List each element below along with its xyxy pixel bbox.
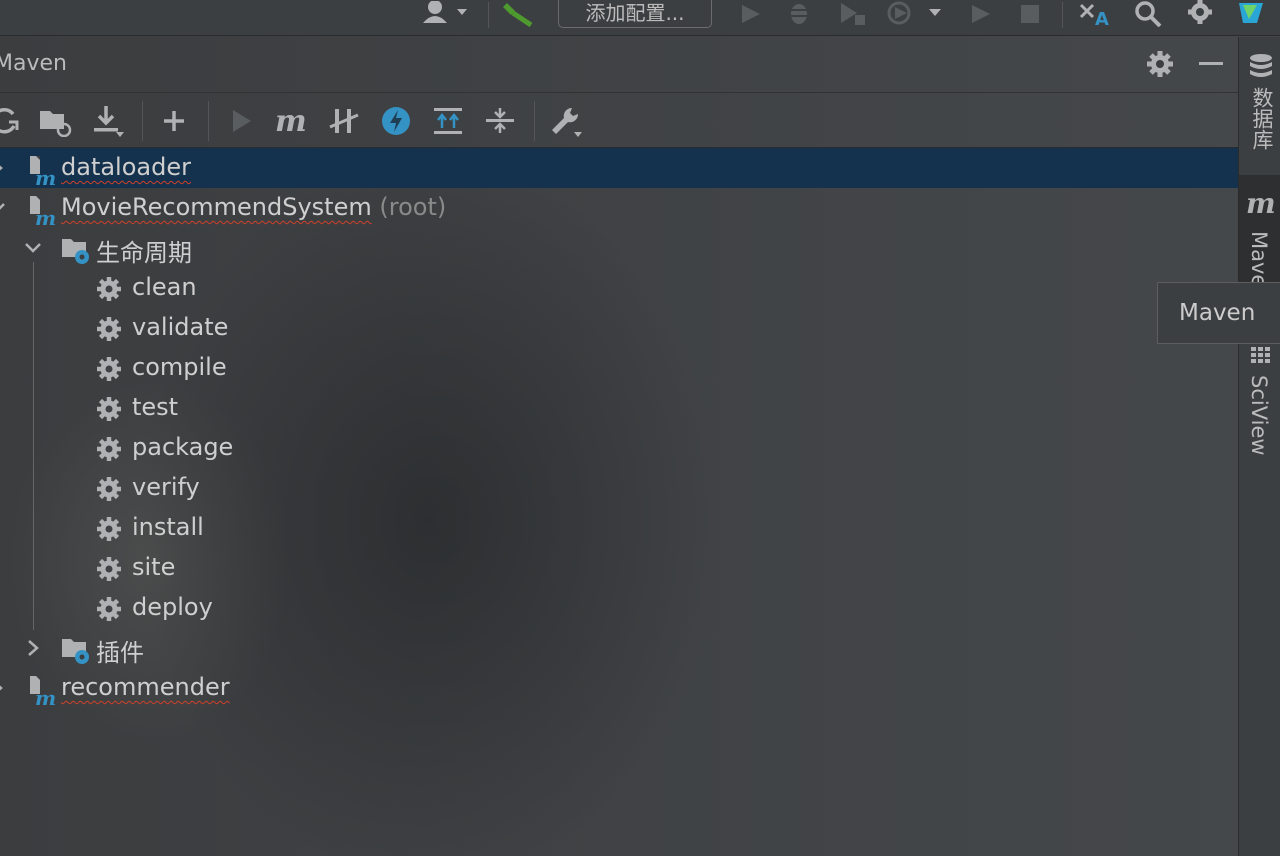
- stripe-tab-label: 数据库: [1250, 87, 1274, 150]
- coverage-icon[interactable]: [836, 0, 868, 28]
- gear-icon: [96, 476, 122, 502]
- goal-label: install: [132, 513, 204, 541]
- tree-row-goal[interactable]: install: [0, 508, 1238, 548]
- collapse-all-icon[interactable]: [482, 103, 518, 139]
- tree-row-goal[interactable]: compile: [0, 348, 1238, 388]
- offline-icon[interactable]: [378, 103, 414, 139]
- goal-label: deploy: [132, 593, 213, 621]
- svg-text:m: m: [35, 166, 56, 186]
- maven-tooltip: Maven: [1157, 282, 1280, 344]
- grid-icon: [1249, 345, 1273, 371]
- reload-icon[interactable]: [0, 103, 22, 139]
- stop-icon[interactable]: [1016, 0, 1044, 28]
- project-name: recommender: [61, 673, 230, 701]
- gear-icon: [96, 436, 122, 462]
- plugin-logo-icon[interactable]: [1236, 0, 1266, 28]
- stripe-tab-sciview[interactable]: SciView: [1239, 335, 1280, 475]
- chevron-down-icon[interactable]: [22, 236, 44, 260]
- chevron-right-icon[interactable]: [0, 156, 8, 180]
- minimize-icon[interactable]: [1198, 56, 1226, 75]
- tree-row-project-movierecommendsystem[interactable]: m MovieRecommendSystem (root): [0, 188, 1238, 230]
- plugins-label: 插件: [96, 639, 144, 667]
- gear-icon: [96, 596, 122, 622]
- tree-row-goal[interactable]: verify: [0, 468, 1238, 508]
- skip-tests-icon[interactable]: [326, 103, 362, 139]
- svg-text:m: m: [275, 106, 307, 136]
- run-disabled-icon[interactable]: [966, 0, 994, 28]
- tree-row-goal[interactable]: validate: [0, 308, 1238, 348]
- run-icon[interactable]: [736, 0, 764, 28]
- gear-icon: [96, 396, 122, 422]
- svg-text:m: m: [35, 206, 56, 226]
- maven-module-icon: m: [26, 154, 56, 192]
- tree-row-lifecycle[interactable]: 生命周期: [0, 228, 1238, 268]
- search-icon[interactable]: [1132, 0, 1164, 28]
- goal-label: clean: [132, 273, 197, 301]
- tree-row-project-recommender[interactable]: m recommender: [0, 668, 1238, 710]
- goal-label: compile: [132, 353, 227, 381]
- gear-icon: [96, 516, 122, 542]
- build-hammer-icon[interactable]: [500, 0, 536, 28]
- run-icon[interactable]: [222, 103, 258, 139]
- open-folder-icon[interactable]: [38, 103, 74, 139]
- right-tool-stripe: 数据库 m Maven SciView: [1238, 37, 1280, 856]
- add-configuration-button[interactable]: 添加配置...: [558, 0, 712, 28]
- chevron-right-icon[interactable]: [0, 676, 8, 700]
- maven-module-icon: m: [26, 674, 56, 712]
- goal-label: verify: [132, 473, 200, 501]
- main-toolbar: 添加配置... A: [0, 0, 1280, 36]
- goal-label: validate: [132, 313, 229, 341]
- add-icon[interactable]: [156, 103, 192, 139]
- profile-icon[interactable]: [884, 0, 946, 28]
- gear-icon: [96, 556, 122, 582]
- tooltip-text: Maven: [1179, 300, 1256, 326]
- debug-icon[interactable]: [785, 0, 813, 28]
- download-icon[interactable]: [90, 103, 126, 139]
- project-label-group: MovieRecommendSystem (root): [61, 193, 446, 221]
- maven-goal-icon[interactable]: m: [274, 103, 310, 139]
- maven-panel-header: Maven: [0, 37, 1238, 91]
- stripe-tab-database[interactable]: 数据库: [1239, 37, 1280, 175]
- chevron-right-icon[interactable]: [22, 636, 44, 660]
- database-icon: [1248, 53, 1274, 85]
- maven-module-icon: m: [26, 194, 56, 232]
- stripe-tab-label: SciView: [1247, 375, 1271, 456]
- svg-text:A: A: [1095, 9, 1109, 27]
- settings-wrench-icon[interactable]: [548, 103, 584, 139]
- tree-row-goal[interactable]: test: [0, 388, 1238, 428]
- settings-icon[interactable]: [1184, 0, 1216, 28]
- maven-toolbar: m: [0, 92, 1238, 148]
- tree-row-project-dataloader[interactable]: m dataloader: [0, 148, 1238, 190]
- gear-icon[interactable]: [1146, 50, 1174, 82]
- translate-icon[interactable]: A: [1078, 0, 1114, 28]
- svg-text:m: m: [35, 686, 56, 706]
- goal-label: site: [132, 553, 176, 581]
- svg-text:m: m: [1246, 191, 1276, 217]
- chevron-down-icon[interactable]: [0, 196, 8, 220]
- expand-all-icon[interactable]: [430, 103, 466, 139]
- goal-label: package: [132, 433, 234, 461]
- project-root-suffix: (root): [379, 193, 447, 221]
- tree-row-goal[interactable]: clean: [0, 268, 1238, 308]
- tree-row-plugins[interactable]: 插件: [0, 628, 1238, 668]
- gear-icon: [96, 276, 122, 302]
- user-icon[interactable]: [420, 0, 472, 28]
- project-name: dataloader: [61, 153, 191, 181]
- panel-title: Maven: [0, 51, 67, 76]
- goal-label: test: [132, 393, 179, 421]
- lifecycle-label: 生命周期: [96, 239, 192, 267]
- gear-icon: [96, 356, 122, 382]
- project-name: MovieRecommendSystem: [61, 193, 372, 221]
- gear-icon: [96, 316, 122, 342]
- tree-row-goal[interactable]: site: [0, 548, 1238, 588]
- maven-m-icon: m: [1246, 187, 1276, 221]
- tree-row-goal[interactable]: deploy: [0, 588, 1238, 628]
- add-configuration-label: 添加配置...: [585, 0, 685, 25]
- tree-row-goal[interactable]: package: [0, 428, 1238, 468]
